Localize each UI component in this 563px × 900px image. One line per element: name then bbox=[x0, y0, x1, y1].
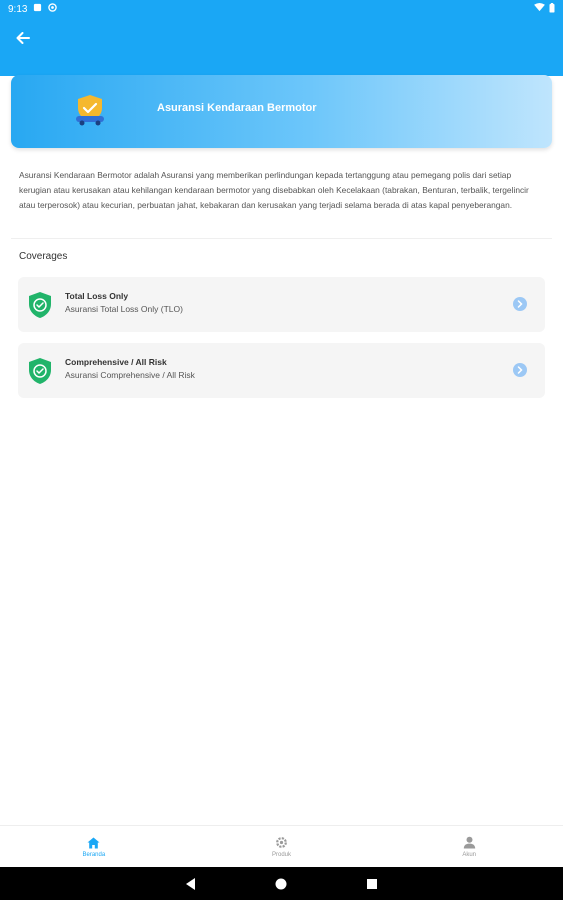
page-title: Asuransi Kendaraan Bermotor bbox=[157, 102, 317, 114]
car-insurance-icon bbox=[76, 95, 104, 126]
nav-item-beranda[interactable]: Beranda bbox=[0, 826, 188, 868]
status-time: 9:13 bbox=[8, 3, 28, 15]
sync-icon bbox=[48, 3, 58, 15]
coverages-heading: Coverages bbox=[19, 251, 68, 262]
home-circle-icon[interactable] bbox=[273, 876, 289, 892]
chevron-right-icon bbox=[513, 297, 527, 311]
arrow-left-icon bbox=[16, 32, 30, 44]
recents-square-icon[interactable] bbox=[364, 876, 380, 892]
gear-icon bbox=[276, 837, 287, 848]
nav-item-produk[interactable]: Produk bbox=[188, 826, 376, 868]
coverage-item-tlo[interactable]: Total Loss Only Asuransi Total Loss Only… bbox=[18, 277, 545, 332]
coverage-title: Comprehensive / All Risk bbox=[65, 357, 167, 367]
shield-check-icon bbox=[29, 292, 51, 318]
chevron-right-icon bbox=[513, 363, 527, 377]
battery-icon bbox=[549, 2, 555, 16]
divider bbox=[11, 238, 552, 239]
app-bar bbox=[0, 18, 563, 76]
home-icon bbox=[87, 837, 100, 848]
wifi-icon bbox=[534, 3, 545, 15]
coverage-item-comprehensive[interactable]: Comprehensive / All Risk Asuransi Compre… bbox=[18, 343, 545, 398]
nav-label: Produk bbox=[272, 852, 292, 858]
nav-item-akun[interactable]: Akun bbox=[375, 826, 563, 868]
shield-check-icon bbox=[29, 358, 51, 384]
bottom-navigation: Beranda Produk Akun bbox=[0, 825, 563, 868]
coverage-subtitle: Asuransi Comprehensive / All Risk bbox=[65, 370, 195, 380]
system-navigation-bar bbox=[0, 867, 563, 900]
back-triangle-icon[interactable] bbox=[183, 876, 199, 892]
person-icon bbox=[463, 836, 475, 849]
coverage-title: Total Loss Only bbox=[65, 291, 129, 301]
product-header-card: Asuransi Kendaraan Bermotor bbox=[11, 75, 552, 148]
nav-label: Akun bbox=[462, 852, 477, 858]
coverage-subtitle: Asuransi Total Loss Only (TLO) bbox=[65, 304, 183, 314]
status-bar: 9:13 bbox=[0, 0, 563, 18]
back-button[interactable] bbox=[12, 28, 34, 48]
product-description: Asuransi Kendaraan Bermotor adalah Asura… bbox=[19, 170, 529, 210]
notification-icon bbox=[33, 3, 42, 15]
nav-label: Beranda bbox=[82, 851, 106, 858]
